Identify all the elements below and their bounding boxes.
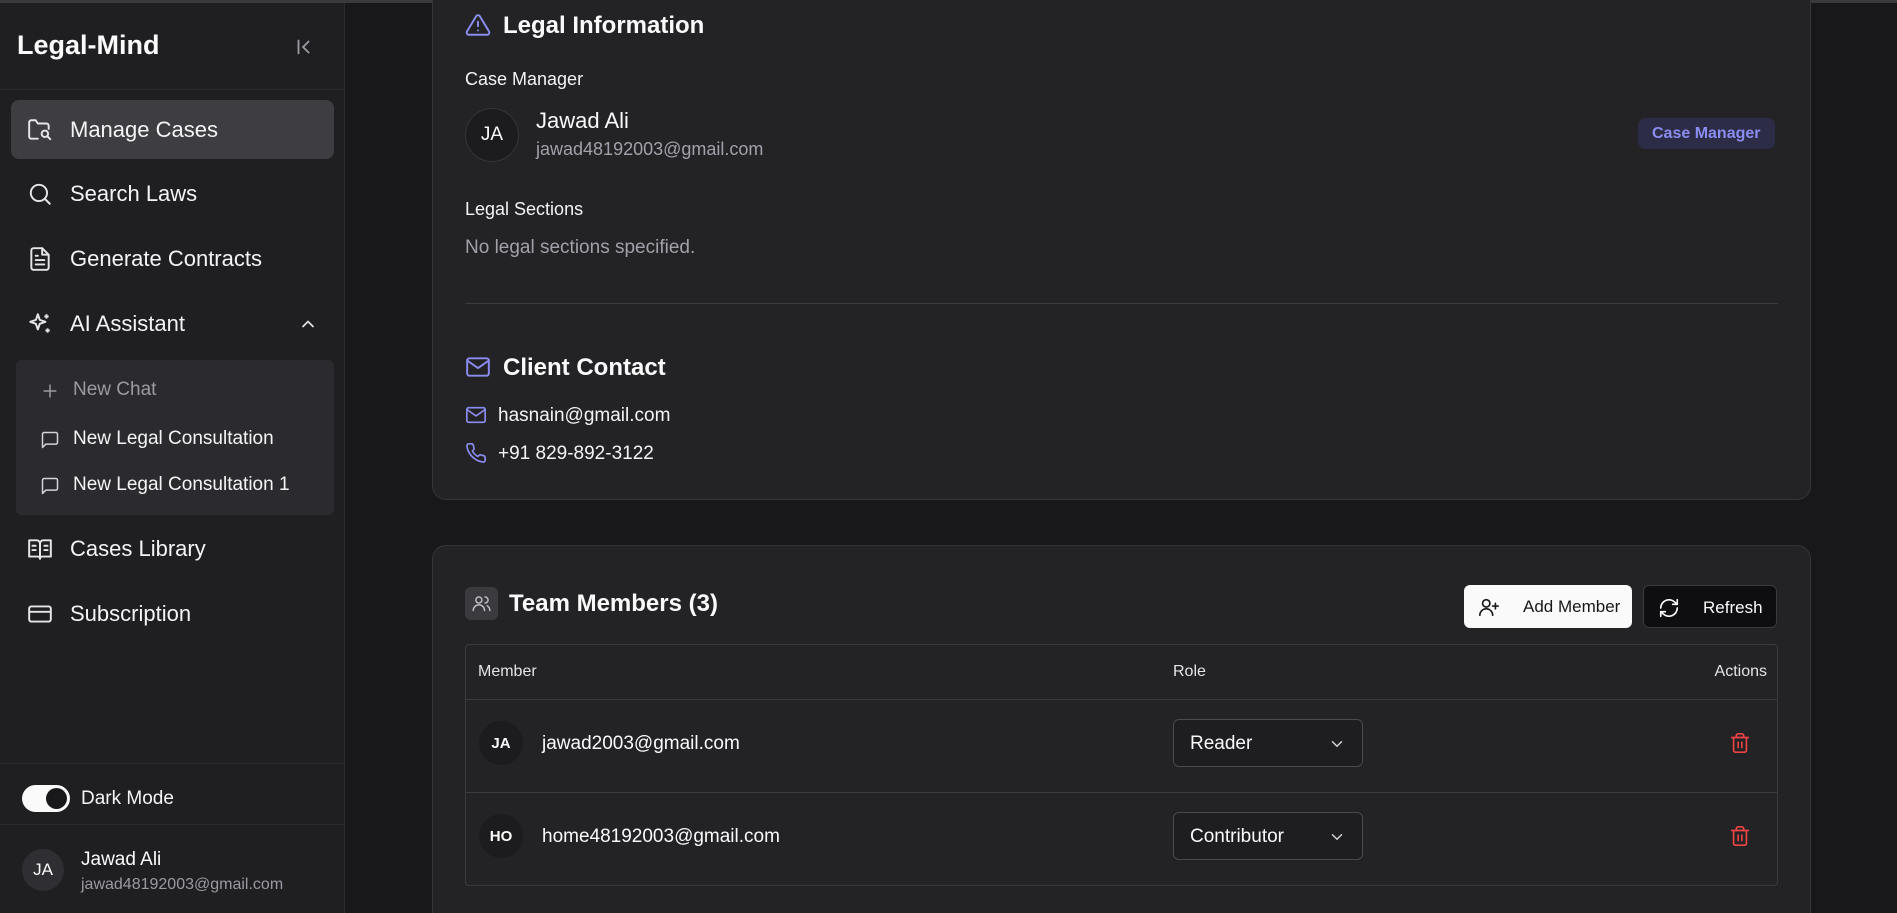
user-email: jawad48192003@gmail.com: [81, 876, 284, 893]
column-header-actions: Actions: [1714, 663, 1767, 680]
avatar: JA: [479, 721, 523, 765]
role-value: Contributor: [1190, 826, 1284, 847]
submenu-item-label: New Chat: [73, 379, 157, 400]
message-square-icon: [40, 476, 60, 496]
member-email: jawad2003@gmail.com: [542, 733, 740, 754]
sidebar-divider: [0, 763, 345, 764]
search-icon: [27, 181, 53, 207]
chevron-down-icon: [1328, 735, 1346, 753]
row-divider: [466, 792, 1777, 793]
sidebar-divider: [0, 89, 345, 90]
add-member-label: Add Member: [1523, 597, 1621, 616]
plus-icon: [40, 381, 60, 401]
mail-icon: [465, 354, 491, 380]
sidebar-item-label: Subscription: [70, 600, 192, 626]
submenu-item-label: New Legal Consultation 1: [73, 474, 290, 495]
sidebar-item-ai-assistant[interactable]: AI Assistant: [11, 294, 334, 353]
avatar: JA: [22, 849, 64, 891]
legal-sections-label: Legal Sections: [465, 199, 584, 219]
sidebar-item-generate-contracts[interactable]: Generate Contracts: [11, 229, 334, 288]
sidebar-item-label: Cases Library: [70, 535, 206, 561]
row-divider: [466, 699, 1777, 700]
alert-triangle-icon: [465, 12, 491, 38]
mail-icon: [465, 404, 487, 426]
case-manager-badge: Case Manager: [1638, 118, 1775, 149]
brand-logo[interactable]: Legal-Mind: [17, 30, 160, 61]
book-open-icon: [27, 536, 53, 562]
sidebar-item-label: Search Laws: [70, 180, 198, 206]
dark-mode-toggle[interactable]: [22, 785, 70, 812]
column-header-role: Role: [1173, 663, 1206, 680]
case-manager-label: Case Manager: [465, 69, 584, 89]
trash-icon[interactable]: [1729, 732, 1751, 754]
legal-sections-empty: No legal sections specified.: [465, 237, 696, 258]
chat-item[interactable]: New Legal Consultation 1: [16, 465, 334, 505]
message-square-icon: [40, 430, 60, 450]
add-member-button[interactable]: Add Member: [1464, 585, 1632, 628]
sidebar: Legal-Mind Manage Cases Search Laws Gene…: [0, 3, 345, 913]
folder-search-icon: [27, 117, 53, 143]
chevron-up-icon[interactable]: [298, 314, 318, 334]
new-chat-item[interactable]: New Chat: [16, 370, 334, 410]
sidebar-item-manage-cases[interactable]: Manage Cases: [11, 100, 334, 159]
sparkles-icon: [27, 311, 53, 337]
sidebar-item-cases-library[interactable]: Cases Library: [11, 519, 334, 578]
sidebar-item-label: Generate Contracts: [70, 245, 262, 271]
client-phone[interactable]: +91 829-892-3122: [498, 443, 654, 465]
toggle-knob: [46, 788, 67, 809]
member-email: home48192003@gmail.com: [542, 826, 780, 847]
sidebar-item-subscription[interactable]: Subscription: [11, 584, 334, 643]
file-text-icon: [27, 246, 53, 272]
avatar: HO: [479, 814, 523, 858]
legal-information-title: Legal Information: [503, 12, 705, 39]
case-manager-name: Jawad Ali: [536, 108, 629, 133]
trash-icon[interactable]: [1729, 825, 1751, 847]
user-plus-icon: [1478, 596, 1500, 618]
avatar: JA: [465, 108, 519, 162]
role-select[interactable]: Reader: [1173, 719, 1363, 767]
sidebar-item-label: Manage Cases: [70, 116, 218, 142]
client-email[interactable]: hasnain@gmail.com: [498, 405, 670, 427]
sidebar-divider: [0, 824, 345, 825]
sidebar-item-label: AI Assistant: [70, 310, 185, 336]
user-name: Jawad Ali: [81, 849, 162, 870]
dark-mode-row: Dark Mode: [22, 783, 322, 813]
client-contact-title: Client Contact: [503, 354, 666, 381]
phone-icon: [465, 442, 487, 464]
chat-item[interactable]: New Legal Consultation: [16, 419, 334, 459]
user-profile[interactable]: JA Jawad Ali jawad48192003@gmail.com: [22, 849, 332, 899]
ai-assistant-submenu: New Chat New Legal Consultation New Lega…: [16, 360, 334, 515]
role-value: Reader: [1190, 733, 1253, 754]
team-members-table: Member Role Actions JA jawad2003@gmail.c…: [465, 644, 1778, 886]
users-icon: [465, 587, 498, 620]
collapse-sidebar-icon[interactable]: [293, 36, 315, 58]
refresh-icon: [1658, 597, 1680, 619]
team-members-title: Team Members (3): [509, 590, 718, 617]
column-header-member: Member: [478, 663, 537, 680]
credit-card-icon: [27, 601, 53, 627]
refresh-label: Refresh: [1703, 598, 1763, 617]
chevron-down-icon: [1328, 828, 1346, 846]
case-manager-email: jawad48192003@gmail.com: [536, 139, 764, 159]
section-divider: [465, 303, 1778, 304]
sidebar-item-search-laws[interactable]: Search Laws: [11, 164, 334, 223]
dark-mode-label: Dark Mode: [81, 788, 174, 809]
refresh-button[interactable]: Refresh: [1643, 585, 1777, 628]
role-select[interactable]: Contributor: [1173, 812, 1363, 860]
submenu-item-label: New Legal Consultation: [73, 428, 274, 449]
